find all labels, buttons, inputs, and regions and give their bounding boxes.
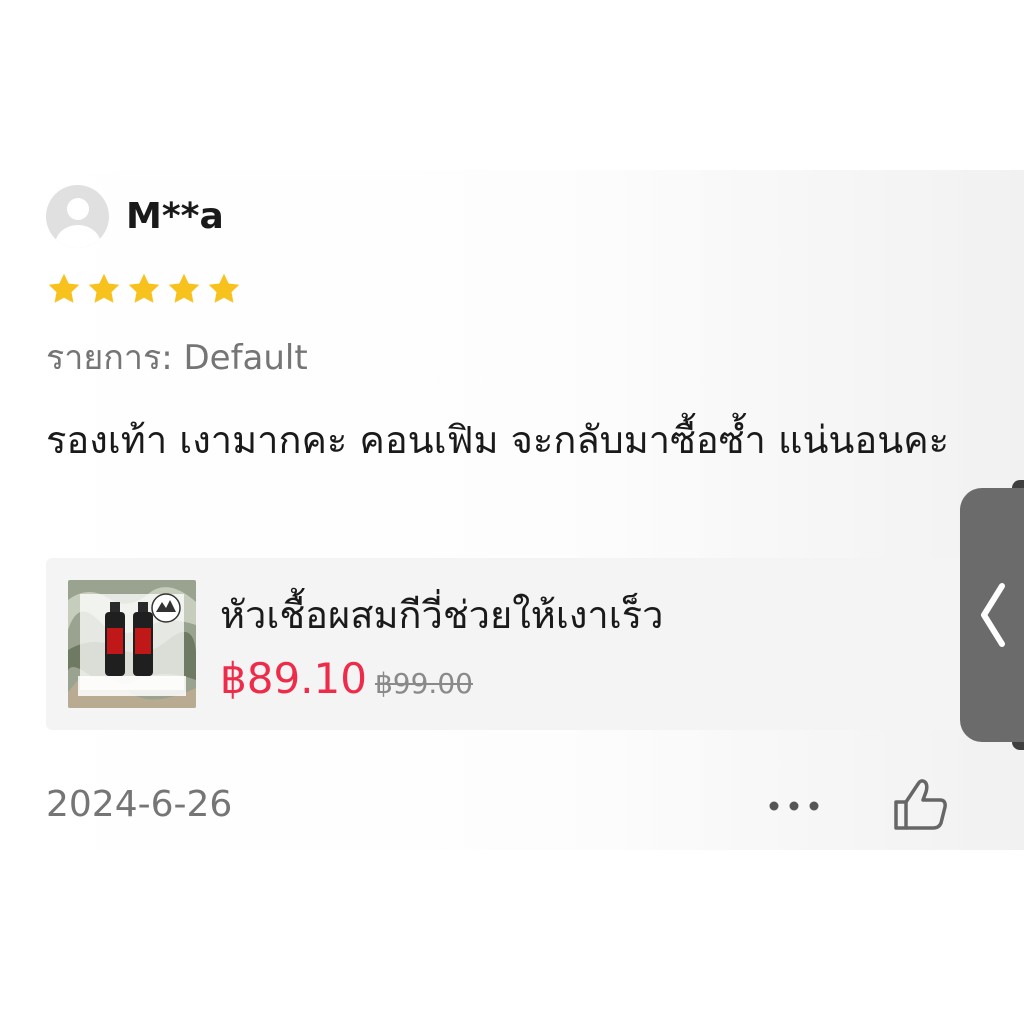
review-page: M**a รายการ: Default รองเท้า เงามากคะ คอ… bbox=[0, 0, 1024, 1024]
star-icon bbox=[48, 273, 80, 303]
chevron-left-icon[interactable] bbox=[976, 580, 1010, 650]
product-image bbox=[68, 580, 196, 708]
review-header: M**a bbox=[46, 184, 224, 248]
product-card[interactable]: หัวเชื้อผสมกีวี่ช่วยให้เงาเร็ว ฿89.10 ฿9… bbox=[46, 558, 976, 730]
reviewer-name: M**a bbox=[126, 195, 224, 237]
star-icon bbox=[168, 273, 200, 303]
price-current: ฿89.10 bbox=[220, 654, 367, 703]
star-icon bbox=[88, 273, 120, 303]
price-original: ฿99.00 bbox=[374, 667, 473, 700]
avatar[interactable] bbox=[46, 184, 109, 248]
product-title: หัวเชื้อผสมกีวี่ช่วยให้เงาเร็ว bbox=[220, 593, 664, 637]
price-row: ฿89.10 ฿99.00 bbox=[220, 654, 473, 703]
thumbs-up-icon[interactable] bbox=[890, 776, 952, 834]
review-text: รองเท้า เงามากคะ คอนเฟิม จะกลับมาซื้อซ้ำ… bbox=[46, 418, 950, 462]
more-icon[interactable] bbox=[766, 792, 822, 820]
product-image-art bbox=[68, 580, 196, 708]
star-icon bbox=[128, 273, 160, 303]
avatar-head bbox=[67, 197, 89, 220]
avatar-body bbox=[55, 224, 101, 248]
variant-label: รายการ: Default bbox=[46, 338, 308, 378]
star-rating bbox=[46, 271, 242, 307]
star-icon bbox=[208, 273, 240, 303]
review-date: 2024-6-26 bbox=[46, 784, 233, 825]
